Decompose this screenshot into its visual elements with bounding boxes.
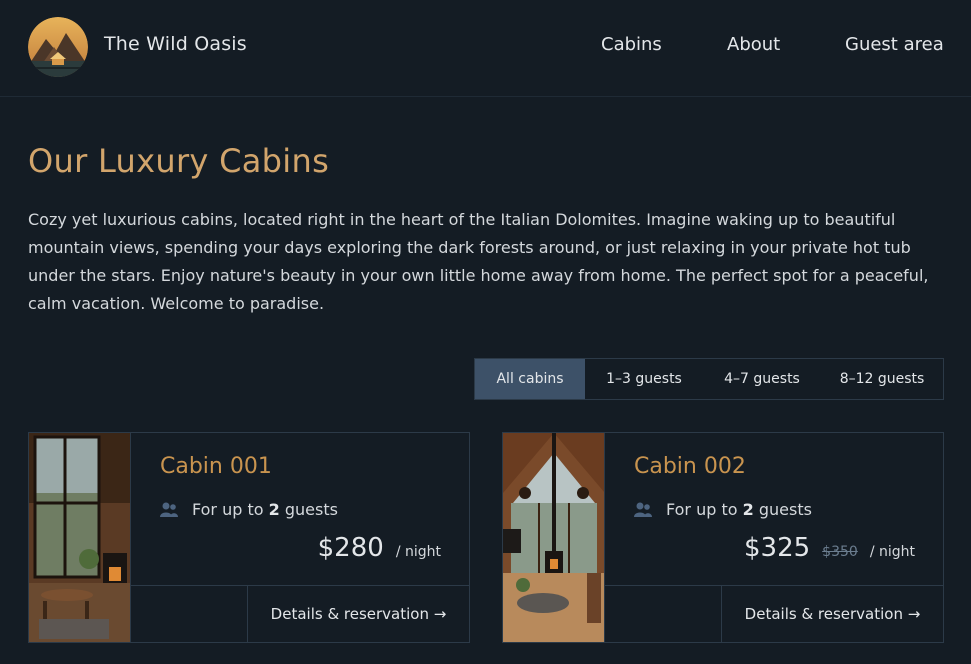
users-icon <box>160 502 178 517</box>
nav-guest-area[interactable]: Guest area <box>845 34 944 55</box>
capacity-suffix: guests <box>284 500 338 519</box>
per-night-label: / night <box>395 544 441 560</box>
cabin-price: $325 <box>744 533 811 563</box>
per-night-label: / night <box>869 544 915 560</box>
cabin-name: Cabin 002 <box>634 454 746 479</box>
filter-all-button[interactable]: All cabins <box>475 359 585 399</box>
brand-name[interactable]: The Wild Oasis <box>104 33 247 55</box>
logo-icon[interactable] <box>28 17 88 77</box>
filter-small-button[interactable]: 1–3 guests <box>585 359 703 399</box>
cabin-capacity: For up to 2 guests <box>634 500 812 519</box>
cabin-card: Cabin 002 For up to 2 guests $325 $350 /… <box>502 432 944 643</box>
cabin-image <box>503 433 605 642</box>
capacity-prefix: For up to <box>666 500 738 519</box>
capacity-count: 2 <box>742 500 754 519</box>
cabin-capacity: For up to 2 guests <box>160 500 338 519</box>
details-reservation-link[interactable]: Details & reservation → <box>247 586 469 642</box>
users-icon <box>634 502 652 517</box>
cabin-image <box>29 433 131 642</box>
price-row: $325 $350 / night <box>744 533 915 563</box>
card-footer: Details & reservation → <box>605 585 943 642</box>
cabin-card: Cabin 001 For up to 2 guests $280 / nigh… <box>28 432 470 643</box>
nav-cabins[interactable]: Cabins <box>601 34 662 55</box>
capacity-filter: All cabins 1–3 guests 4–7 guests 8–12 gu… <box>474 358 944 400</box>
details-reservation-link[interactable]: Details & reservation → <box>721 586 943 642</box>
price-row: $280 / night <box>318 533 441 563</box>
filter-medium-button[interactable]: 4–7 guests <box>703 359 821 399</box>
card-footer: Details & reservation → <box>131 585 469 642</box>
intro-text: Cozy yet luxurious cabins, located right… <box>28 210 929 313</box>
site-header: The Wild Oasis Cabins About Guest area <box>0 0 971 97</box>
capacity-suffix: guests <box>758 500 812 519</box>
filter-large-button[interactable]: 8–12 guests <box>821 359 943 399</box>
original-price: $350 <box>822 544 858 560</box>
nav-about[interactable]: About <box>727 34 780 55</box>
capacity-prefix: For up to <box>192 500 264 519</box>
capacity-count: 2 <box>268 500 280 519</box>
cabin-price: $280 <box>317 533 384 563</box>
cabin-name: Cabin 001 <box>160 454 272 479</box>
page-title: Our Luxury Cabins <box>28 142 330 180</box>
